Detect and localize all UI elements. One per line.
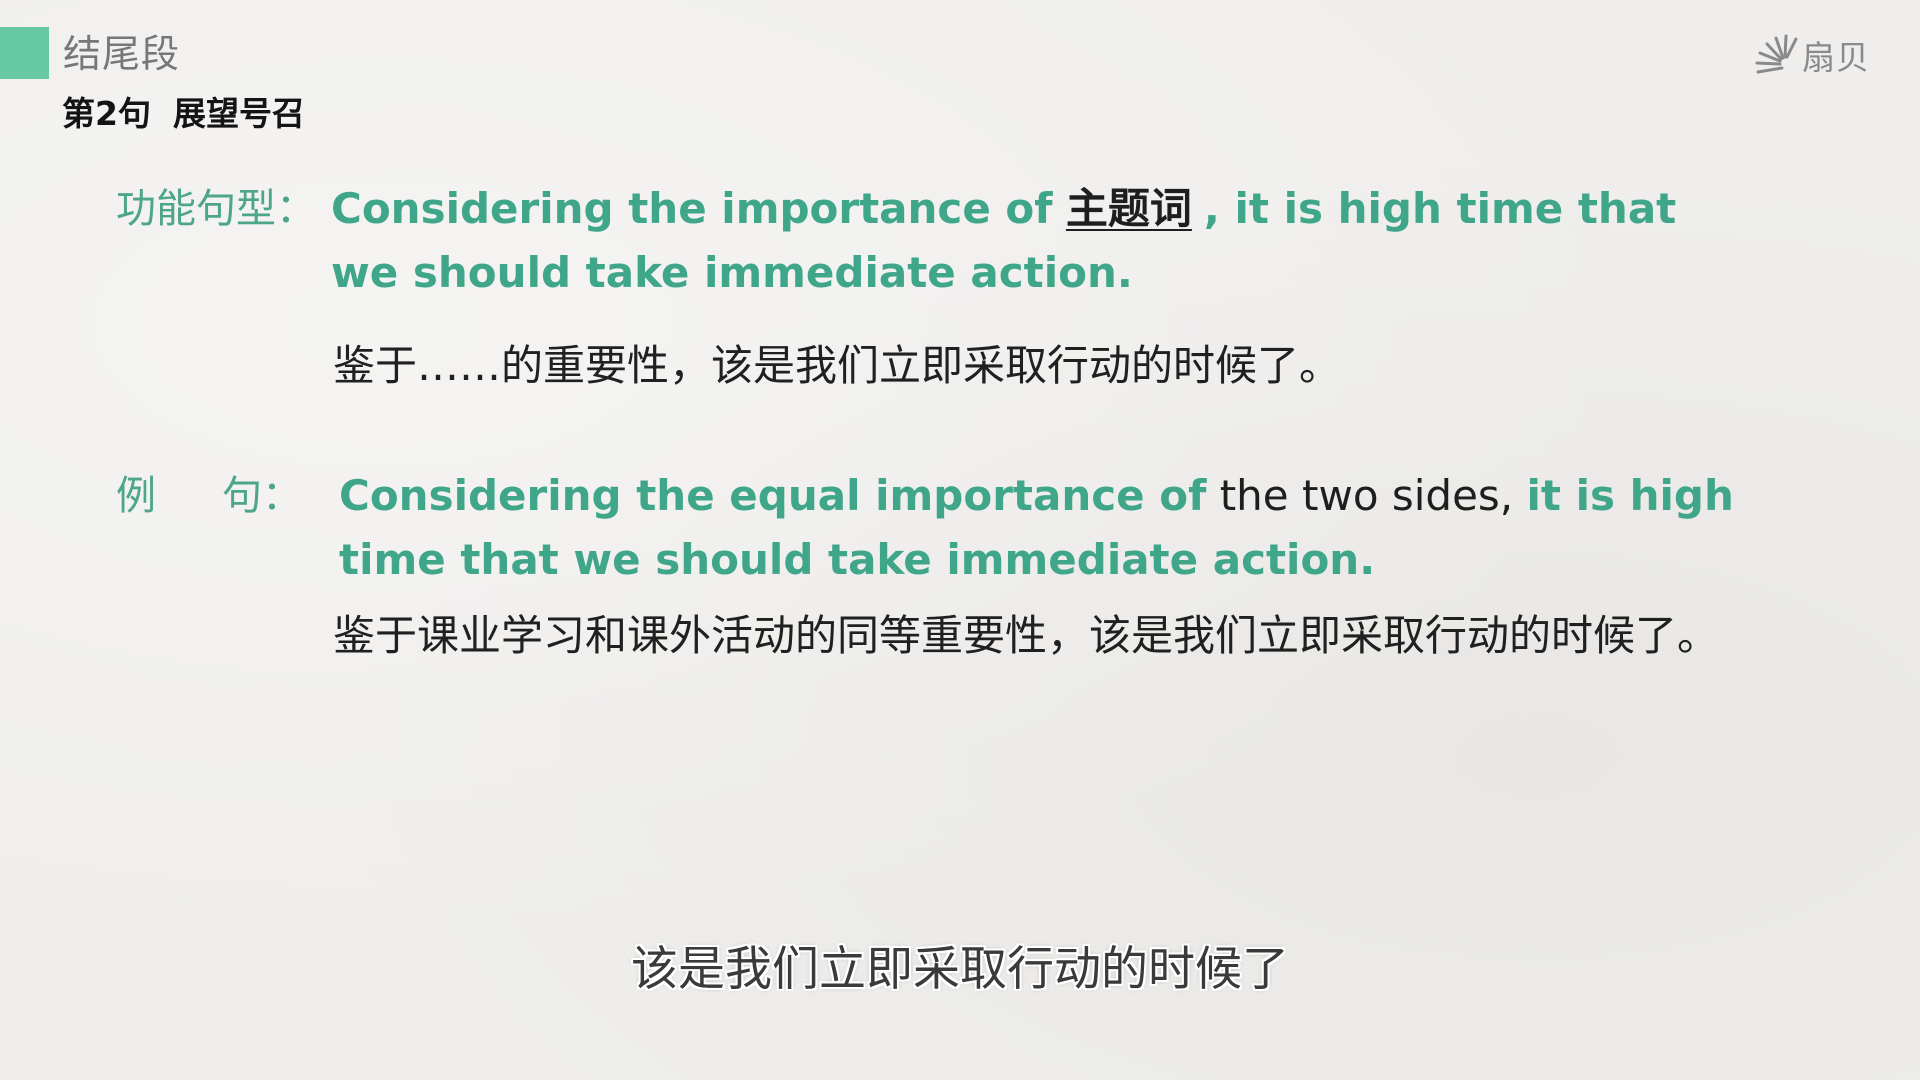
pattern-english: Considering the importance of 主题词, it is… [331, 177, 1741, 305]
example-label-char1: 例 [116, 473, 156, 519]
video-subtitle: 该是我们立即采取行动的时候了 [631, 942, 1289, 997]
section-color-tag [0, 27, 49, 79]
example-english: Considering the equal importance of the … [339, 464, 1739, 592]
brand-logo: 扇贝 [1752, 30, 1870, 80]
section-title: 结尾段 [63, 32, 181, 76]
sentence-heading: 第2句 展望号召 [62, 91, 305, 137]
sentence-number: 第2句 [62, 94, 151, 133]
sentence-topic: 展望号召 [172, 94, 305, 133]
example-label-char2: 句： [222, 473, 302, 519]
logo-text: 扇贝 [1802, 38, 1870, 77]
pattern-chinese: 鉴于……的重要性，该是我们立即采取行动的时候了。 [333, 341, 1342, 390]
sunburst-logo-icon [1755, 34, 1798, 74]
pattern-en-part1: Considering the importance of [331, 184, 1053, 233]
example-en-part1: Considering the equal importance of [339, 471, 1207, 520]
pattern-label: 功能句型： [116, 186, 316, 232]
example-chinese: 鉴于课业学习和课外活动的同等重要性，该是我们立即采取行动的时候了。 [333, 611, 1720, 660]
example-label: 例 句： [116, 464, 302, 528]
topic-word-blank: 主题词 [1065, 184, 1192, 233]
example-en-plain: the two sides, [1219, 471, 1514, 520]
